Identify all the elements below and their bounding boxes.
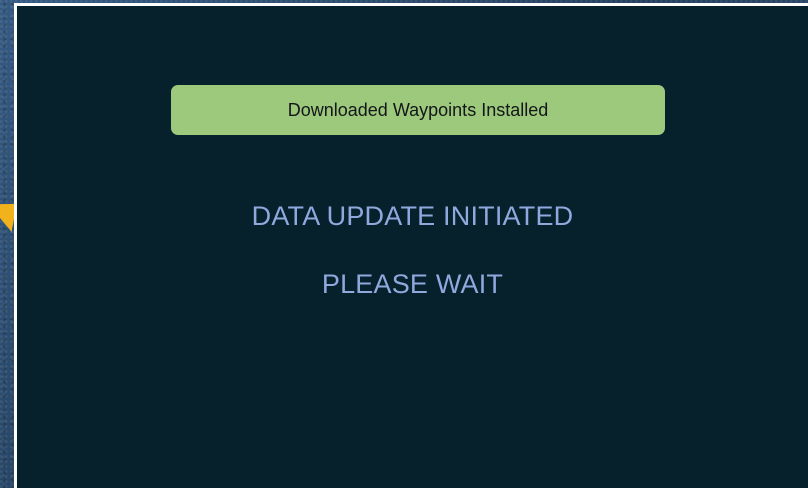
status-banner: Downloaded Waypoints Installed [171,85,665,135]
update-initiated-message: DATA UPDATE INITIATED [251,201,574,231]
display-screen: Downloaded Waypoints Installed DATA UPDA… [17,6,808,488]
status-banner-text: Downloaded Waypoints Installed [287,99,549,120]
please-wait-message: PLEASE WAIT [321,269,504,299]
display-frame: Downloaded Waypoints Installed DATA UPDA… [14,3,808,488]
